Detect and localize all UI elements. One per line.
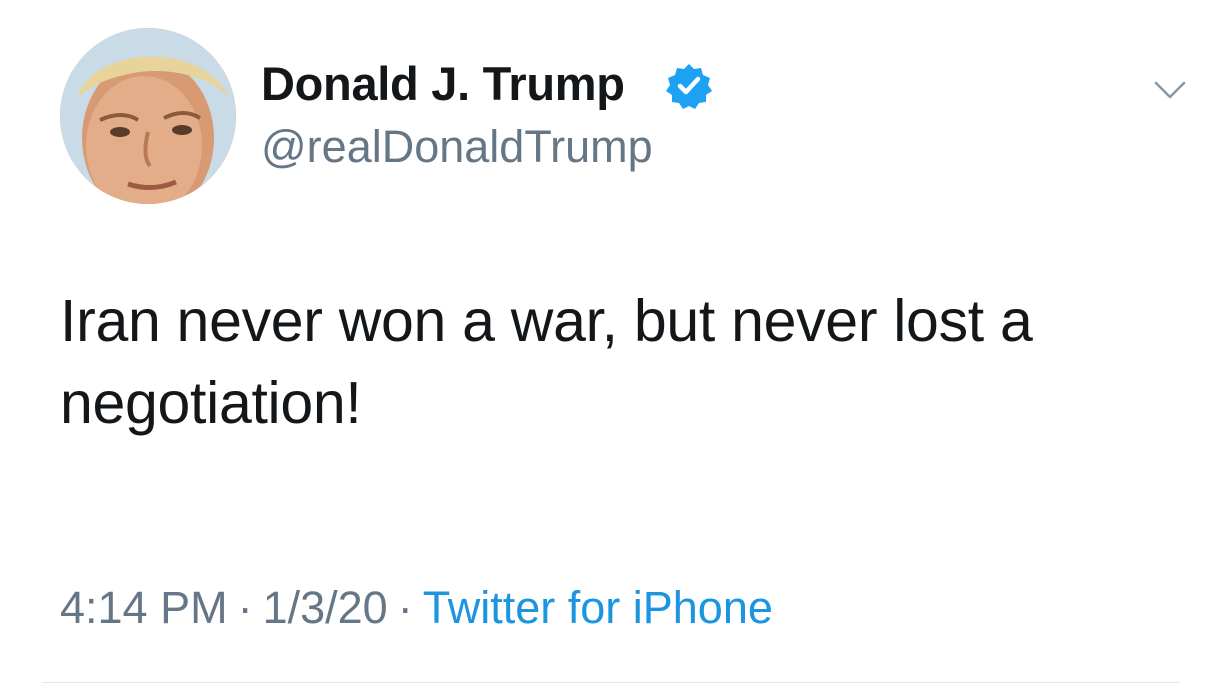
tweet-source-link[interactable]: Twitter for iPhone [423, 582, 773, 633]
verified-badge-icon [666, 64, 712, 109]
meta-separator: · [237, 582, 253, 633]
avatar[interactable] [60, 28, 236, 204]
divider [42, 682, 1180, 683]
tweet-time[interactable]: 4:14 PM [60, 582, 228, 633]
tweet-date[interactable]: 1/3/20 [263, 582, 388, 633]
display-name[interactable]: Donald J. Trump [261, 56, 625, 112]
handle[interactable]: @realDonaldTrump [261, 120, 653, 174]
tweet-metadata: 4:14 PM · 1/3/20 · Twitter for iPhone [60, 580, 773, 636]
avatar-portrait-icon [60, 28, 236, 204]
meta-separator: · [397, 582, 413, 633]
tweet-text: Iran never won a war, but never lost a n… [60, 288, 1033, 436]
tweet-card: Donald J. Trump @realDonaldTrump Iran ne… [0, 0, 1222, 684]
chevron-down-icon[interactable] [1153, 78, 1187, 102]
